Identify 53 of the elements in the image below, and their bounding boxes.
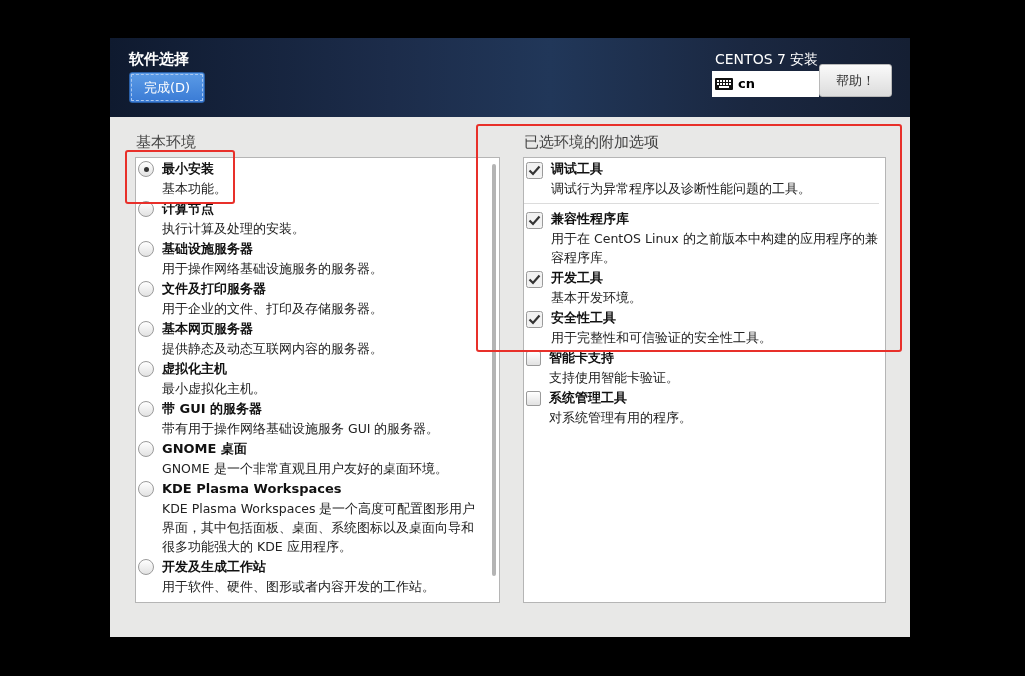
option-description: 用于软件、硬件、图形或者内容开发的工作站。 [162,578,435,596]
radio-button[interactable] [138,559,154,575]
option-name: 调试工具 [551,160,604,178]
option-name: 开发及生成工作站 [162,558,267,576]
checkbox[interactable] [526,271,543,288]
checkbox[interactable] [526,311,543,328]
option-name: 安全性工具 [551,309,617,327]
option-description: 最小虚拟化主机。 [162,380,266,398]
checkbox[interactable] [526,212,543,229]
radio-button[interactable] [138,401,154,417]
option-description: 基本开发环境。 [551,289,642,307]
product-title: CENTOS 7 安装 [714,50,820,68]
option-name: 兼容性程序库 [551,210,630,228]
option-description: 带有用于操作网络基础设施服务 GUI 的服务器。 [162,420,440,438]
option-name: 虚拟化主机 [162,360,228,378]
keyboard-layout-indicator[interactable]: cn [712,71,819,97]
option-name: 基本网页服务器 [162,320,254,338]
keyboard-icon [715,78,733,90]
option-name: 基础设施服务器 [162,240,254,258]
option-description: 提供静态及动态互联网内容的服务器。 [162,340,383,358]
checkbox[interactable] [526,391,541,406]
option-description: 执行计算及处理的安装。 [162,220,305,238]
option-description: KDE Plasma Workspaces 是一个高度可配置图形用户界面，其中包括面板、桌面、系统图标以及桌面向导和很多功能强大的 KDE 应用程序。 [162,500,477,556]
option-description: 调试行为异常程序以及诊断性能问题的工具。 [551,180,811,198]
option-description: 用于企业的文件、打印及存储服务器。 [162,300,383,318]
option-name: 文件及打印服务器 [162,280,267,298]
option-name: 带 GUI 的服务器 [162,400,264,418]
radio-button[interactable] [138,161,154,177]
option-name: 最小安装 [162,160,215,178]
radio-button[interactable] [138,241,154,257]
section-heading: 已选环境的附加选项 [523,133,660,151]
option-description: 用于操作网络基础设施服务的服务器。 [162,260,383,278]
option-description: 用于在 CentOS Linux 的之前版本中构建的应用程序的兼容程序库。 [551,230,879,267]
option-name: 系统管理工具 [549,389,628,407]
option-description: GNOME 是一个非常直观且用户友好的桌面环境。 [162,460,448,478]
radio-button[interactable] [138,441,154,457]
option-description: 用于完整性和可信验证的安全性工具。 [551,329,772,347]
option-description: 支持使用智能卡验证。 [549,369,679,387]
option-name: GNOME 桌面 [162,440,248,458]
radio-button[interactable] [138,361,154,377]
section-heading: 基本环境 [135,133,197,151]
option-description: 基本功能。 [162,180,227,198]
option-name: KDE Plasma Workspaces [162,480,343,498]
option-name: 智能卡支持 [549,349,615,367]
radio-button[interactable] [138,281,154,297]
radio-button[interactable] [138,321,154,337]
option-name: 开发工具 [551,269,604,287]
scrollbar[interactable] [492,164,496,576]
screen-title: 软件选择 [129,50,190,68]
help-button[interactable]: 帮助！ [819,64,892,97]
checkbox[interactable] [526,162,543,179]
option-description: 对系统管理有用的程序。 [549,409,692,427]
radio-button[interactable] [138,481,154,497]
